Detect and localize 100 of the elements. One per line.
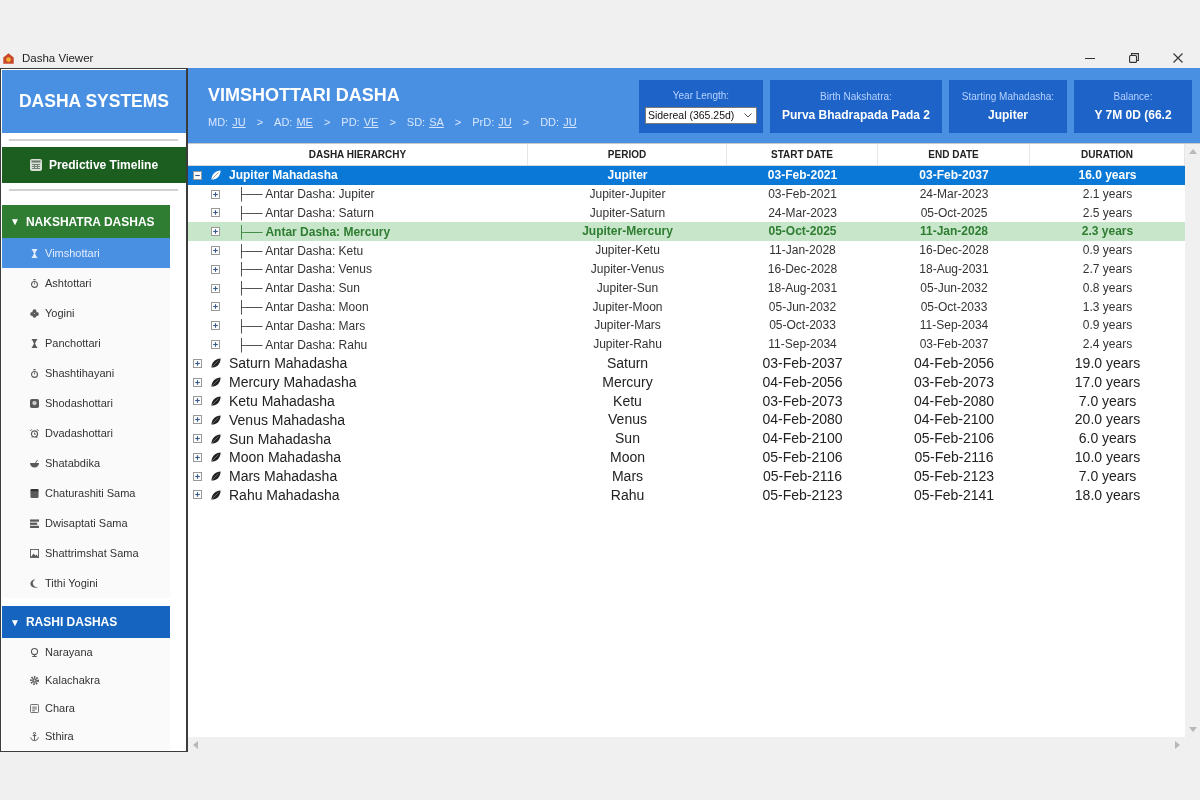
expand-icon[interactable] [193,377,202,387]
table-cell-text: 24-Mar-2023 [918,185,990,203]
table-cell-text: 03-Feb-2037 [918,167,990,184]
table-cell-text: 17.0 years [1073,372,1142,392]
expand-icon[interactable] [211,227,220,237]
table-cell-text: 05-Oct-2033 [919,298,989,316]
section-header[interactable]: ▼ NAKSHATRA DASHAS [2,205,170,238]
table-cell-text: 03-Feb-2037 [918,336,990,354]
table-cell-text: 2.7 years [1081,261,1134,278]
breadcrumb-label: AD: [274,116,293,128]
expand-icon[interactable] [211,189,220,199]
table-row[interactable]: ├── Antar Dasha: Rahu Jupiter-Rahu 11-Sep-2034 03-Feb-2037 2.4 years [188,335,1185,354]
table-cell-text: 11-Sep-2034 [767,336,838,354]
table-cell-text: 05-Feb-2106 [761,447,844,467]
sidebar-item[interactable]: Kalachakra [2,666,170,694]
dasha-name: ├── Antar Dasha: Ketu [237,243,364,258]
table-row[interactable]: Saturn Mahadasha Saturn 03-Feb-2037 04-Feb-2056 19.0 years [188,353,1185,373]
column-header[interactable]: PERIOD [528,144,727,165]
breadcrumb-separator: > [323,116,331,128]
column-header[interactable]: END DATE [878,144,1030,165]
sidebar-item[interactable]: Chara [2,694,170,722]
expand-icon[interactable] [193,471,202,481]
table-cell-text: 03-Feb-2021 [767,185,838,203]
sidebar-item[interactable]: Narayana [2,638,170,666]
table-row[interactable]: Moon Mahadasha Moon 05-Feb-2106 05-Feb-2116 10.0 years [188,447,1185,467]
sidebar-item[interactable]: Yogini [2,298,170,328]
table-row[interactable]: ├── Antar Dasha: Jupiter Jupiter-Jupiter 03-Feb-2021 24-Mar-2023 2.1 years [188,184,1185,204]
table-cell-text: Jupiter-Mars [593,317,662,335]
leaf-icon [211,377,221,388]
sidebar-item[interactable]: Dvadashottari [2,418,170,448]
expand-icon[interactable] [211,321,220,331]
breadcrumb-separator: > [256,116,264,128]
sidebar-item[interactable]: Shatabdika [2,448,170,478]
table-cell-text: Jupiter-Moon [591,298,664,316]
expand-icon[interactable] [211,246,220,256]
table-cell-text: 20.0 years [1073,410,1142,430]
table-cell-text: 6.0 years [1077,429,1138,448]
timeline-button[interactable]: Predictive Timeline [2,147,186,183]
card-label: Balance: [1113,91,1153,102]
table-cell-text: 05-Feb-2123 [912,466,996,486]
dasha-name: Saturn Mahadasha [229,355,348,372]
stopwatch-icon [30,368,39,378]
table-cell-text: Moon [609,447,646,467]
expand-icon[interactable] [193,415,202,425]
table-cell-text: 7.0 years [1077,466,1138,486]
sidebar-item[interactable]: Panchottari [2,328,170,358]
table-cell-text: 05-Feb-2106 [912,429,996,448]
table-row[interactable]: ├── Antar Dasha: Sun Jupiter-Sun 18-Aug-2031 05-Jun-2032 0.8 years [188,278,1185,298]
card-label: Birth Nakshatra: [820,91,892,102]
sidebar-item[interactable]: Dwisaptati Sama [2,508,170,538]
collapse-icon[interactable] [193,170,202,180]
column-header[interactable]: DASHA HIERARCHY [188,144,528,165]
table-row[interactable]: Mars Mahadasha Mars 05-Feb-2116 05-Feb-2123 7.0 years [188,466,1185,486]
sidebar-item[interactable]: Chaturashiti Sama [2,478,170,508]
table-row[interactable]: ├── Antar Dasha: Mars Jupiter-Mars 05-Oct-2033 11-Sep-2034 0.9 years [188,316,1185,336]
sidebar-item[interactable]: Shashtihayani [2,358,170,388]
table-row[interactable]: ├── Antar Dasha: Saturn Jupiter-Saturn 24-Mar-2023 05-Oct-2025 2.5 years [188,203,1185,223]
table-row[interactable]: Mercury Mahadasha Mercury 04-Feb-2056 03-Feb-2073 17.0 years [188,372,1185,392]
tile-icon [30,488,39,498]
table-cell-text: Jupiter-Ketu [594,242,661,260]
table-cell-text: Venus [607,410,648,430]
expand-icon[interactable] [193,396,202,406]
expand-icon[interactable] [193,434,202,444]
table-row[interactable]: Ketu Mahadasha Ketu 03-Feb-2073 04-Feb-2080 7.0 years [188,391,1185,411]
table-cell-text: 1.3 years [1081,298,1134,316]
sidebar-item[interactable]: Shodashottari [2,388,170,418]
table-cell-text: 2.5 years [1081,204,1134,222]
table-cell-text: 03-Feb-2021 [766,167,839,184]
expand-icon[interactable] [211,340,220,350]
leaf-icon [211,452,221,463]
sidebar-item[interactable]: Tithi Yogini [2,568,170,598]
table-row[interactable]: Rahu Mahadasha Rahu 05-Feb-2123 05-Feb-2141 18.0 years [188,485,1185,505]
anchor-icon [30,731,39,741]
table-row[interactable]: Jupiter Mahadasha Jupiter 03-Feb-2021 03-Feb-2037 16.0 years [188,166,1185,185]
expand-icon[interactable] [211,208,220,218]
table-cell-text: Mars [610,466,645,486]
table-cell-text: 2.1 years [1081,185,1134,203]
breadcrumb-label: PD: [341,116,360,128]
year-length-select[interactable]: Sidereal (365.25d) [644,106,757,124]
table-row[interactable]: ├── Antar Dasha: Mercury Jupiter-Mercury 05-Oct-2025 11-Jan-2028 2.3 years [188,222,1185,242]
table-row[interactable]: ├── Antar Dasha: Moon Jupiter-Moon 05-Jun-2032 05-Oct-2033 1.3 years [188,297,1185,317]
flower-icon [30,308,39,318]
breadcrumb-label: SD: [406,116,426,128]
expand-icon[interactable] [211,264,220,274]
dasha-name: ├── Antar Dasha: Mars [237,318,366,333]
table-row[interactable]: Venus Mahadasha Venus 04-Feb-2080 04-Feb-2100 20.0 years [188,410,1185,430]
table-row[interactable]: ├── Antar Dasha: Ketu Jupiter-Ketu 11-Jan-2028 16-Dec-2028 0.9 years [188,241,1185,260]
table-cell-text: 11-Jan-2028 [768,242,837,260]
table-row[interactable]: ├── Antar Dasha: Venus Jupiter-Venus 16-Dec-2028 18-Aug-2031 2.7 years [188,260,1185,279]
expand-icon[interactable] [193,452,202,462]
table-row[interactable]: Sun Mahadasha Sun 04-Feb-2100 05-Feb-2106 6.0 years [188,429,1185,448]
expand-icon[interactable] [211,302,220,312]
sidebar-item[interactable]: Ashtottari [2,268,170,298]
expand-icon[interactable] [193,490,202,500]
sidebar-item[interactable]: Sthira [2,722,170,750]
section-header[interactable]: ▼ RASHI DASHAS [2,606,170,638]
sidebar-item[interactable]: Shattrimshat Sama [2,538,170,568]
column-header[interactable]: START DATE [727,144,878,165]
expand-icon[interactable] [193,358,202,368]
expand-icon[interactable] [211,283,220,293]
